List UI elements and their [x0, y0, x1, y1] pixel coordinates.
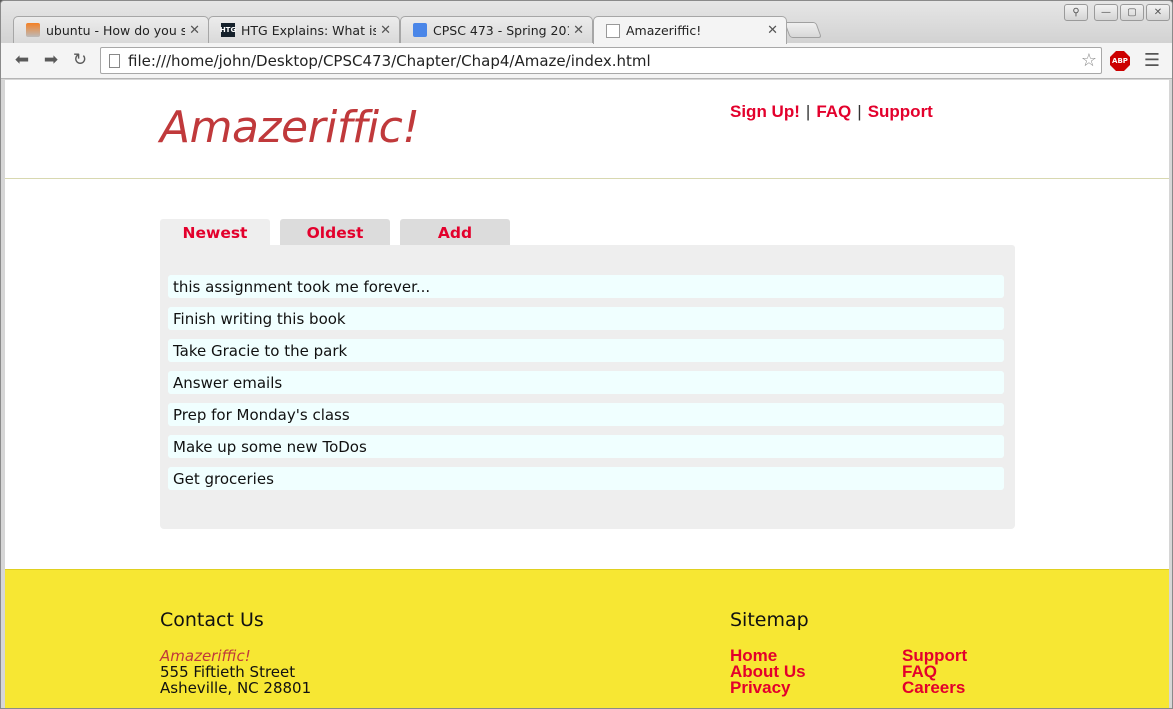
todo-item: Answer emails — [168, 371, 1004, 394]
browser-tab-ubuntu[interactable]: ubuntu - How do you s ✕ — [13, 16, 209, 43]
close-icon[interactable]: ✕ — [573, 23, 584, 38]
tab-title: HTG Explains: What is a — [241, 22, 377, 38]
minimize-button[interactable]: — — [1094, 4, 1118, 21]
tab-newest[interactable]: Newest — [160, 219, 270, 247]
page-icon — [606, 23, 620, 38]
tab-oldest[interactable]: Oldest — [280, 219, 390, 246]
site-footer: Contact Us Amazeriffic! 555 Fiftieth Str… — [5, 569, 1169, 708]
google-docs-icon — [413, 23, 427, 37]
site-logo: Amazeriffic! — [160, 102, 420, 153]
site-header: Amazeriffic! Sign Up! | FAQ | Support — [5, 80, 1169, 179]
signup-link[interactable]: Sign Up! — [730, 102, 800, 121]
city-address: Asheville, NC 28801 — [160, 679, 312, 697]
page-icon — [109, 53, 120, 68]
forward-arrow-icon[interactable]: ➡ — [40, 49, 62, 71]
tab-add[interactable]: Add — [400, 219, 510, 246]
company-name: Amazeriffic! — [160, 647, 251, 665]
support-link[interactable]: Support — [868, 102, 933, 121]
todo-item: Prep for Monday's class — [168, 403, 1004, 426]
maximize-button[interactable]: ▢ — [1120, 4, 1144, 21]
todo-item: Take Gracie to the park — [168, 339, 1004, 362]
window-close-button[interactable]: ✕ — [1146, 4, 1170, 21]
todo-item: this assignment took me forever... — [168, 275, 1004, 298]
close-icon[interactable]: ✕ — [189, 23, 200, 38]
user-icon[interactable]: ⚲ — [1064, 4, 1088, 21]
link-separator: | — [857, 102, 862, 121]
adblock-icon[interactable]: ABP — [1110, 51, 1130, 71]
tab-title: CPSC 473 - Spring 2015 — [433, 22, 570, 38]
todo-item: Finish writing this book — [168, 307, 1004, 330]
todo-item: Make up some new ToDos — [168, 435, 1004, 458]
address-bar[interactable]: file:///home/john/Desktop/CPSC473/Chapte… — [100, 47, 1102, 74]
htg-icon: HTG — [220, 23, 236, 37]
browser-tab-htg[interactable]: HTG HTG Explains: What is a ✕ — [208, 16, 400, 43]
close-icon[interactable]: ✕ — [767, 23, 778, 38]
browser-toolbar: ⬅ ➡ ↻ file:///home/john/Desktop/CPSC473/… — [1, 43, 1172, 79]
tab-title: ubuntu - How do you s — [46, 22, 186, 38]
contact-address: Amazeriffic! 555 Fiftieth Street Ashevil… — [160, 648, 311, 696]
todo-item: Get groceries — [168, 467, 1004, 490]
browser-tab-cpsc[interactable]: CPSC 473 - Spring 2015 ✕ — [400, 16, 593, 43]
header-links: Sign Up! | FAQ | Support — [730, 102, 933, 122]
url-text[interactable]: file:///home/john/Desktop/CPSC473/Chapte… — [128, 52, 1081, 70]
tab-title: Amazeriffic! — [626, 23, 702, 38]
street-address: 555 Fiftieth Street — [160, 663, 296, 681]
sitemap-careers-link[interactable]: Careers — [902, 679, 967, 696]
todo-list-panel: this assignment took me forever... Finis… — [160, 245, 1015, 529]
faq-link[interactable]: FAQ — [816, 102, 851, 121]
reload-icon[interactable]: ↻ — [69, 49, 91, 71]
contact-heading: Contact Us — [160, 609, 264, 631]
page-viewport: Amazeriffic! Sign Up! | FAQ | Support Newest… — [5, 80, 1169, 708]
hamburger-menu-icon[interactable]: ☰ — [1142, 50, 1162, 71]
browser-tab-amazeriffic[interactable]: Amazeriffic! ✕ — [593, 16, 787, 44]
sitemap-privacy-link[interactable]: Privacy — [730, 679, 806, 696]
sitemap-column-1: Home About Us Privacy — [730, 647, 806, 696]
browser-window: ubuntu - How do you s ✕ HTG HTG Explains… — [0, 0, 1173, 709]
bookmark-star-icon[interactable]: ☆ — [1081, 50, 1097, 71]
stackexchange-icon — [26, 23, 40, 37]
link-separator: | — [805, 102, 811, 121]
back-arrow-icon[interactable]: ⬅ — [11, 49, 33, 71]
sitemap-heading: Sitemap — [730, 609, 809, 631]
tab-strip: ubuntu - How do you s ✕ HTG HTG Explains… — [1, 1, 1172, 44]
new-tab-button[interactable] — [784, 22, 822, 38]
close-icon[interactable]: ✕ — [380, 23, 391, 38]
sitemap-column-2: Support FAQ Careers — [902, 647, 967, 696]
